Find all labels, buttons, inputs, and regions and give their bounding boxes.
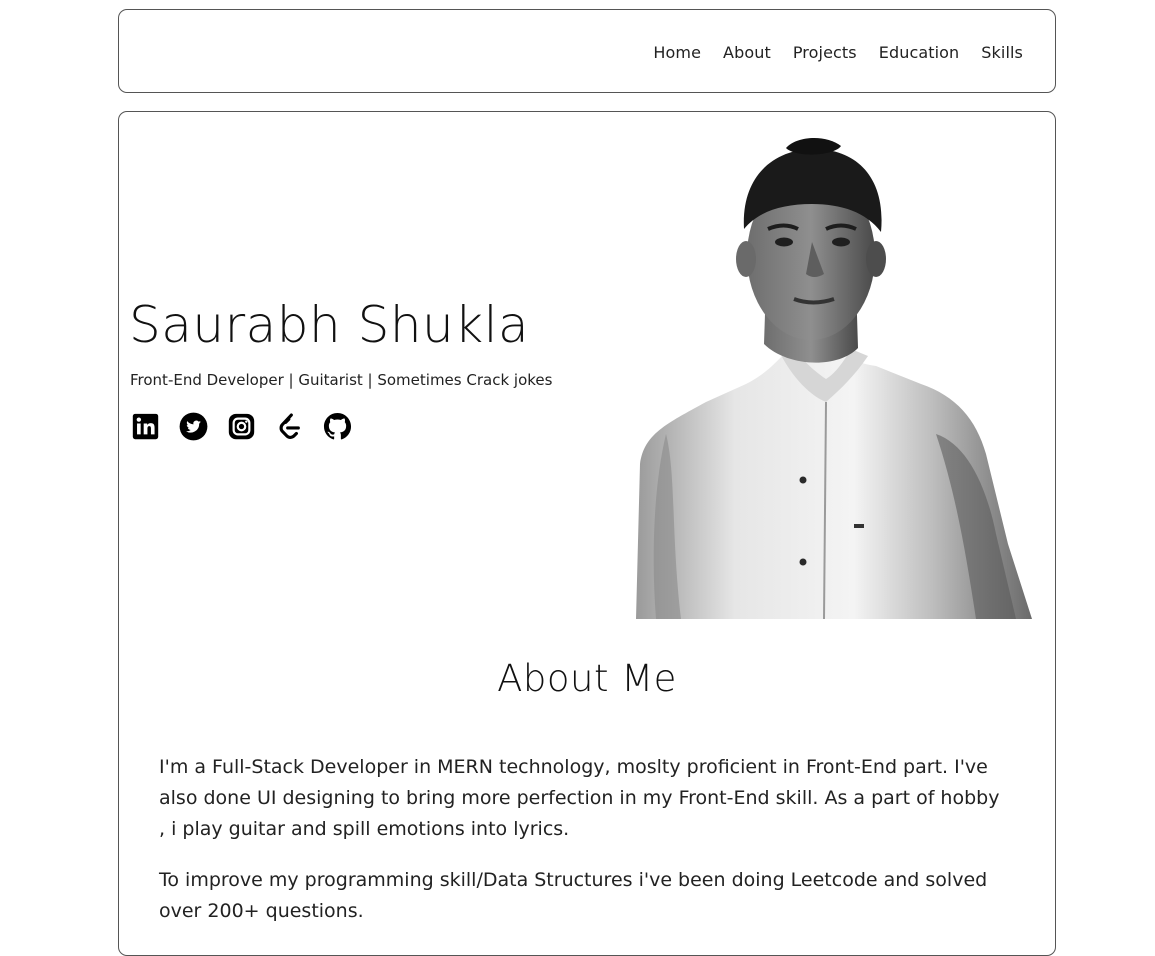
about-title: About Me xyxy=(497,657,677,700)
github-icon[interactable] xyxy=(323,412,352,441)
nav-link-home[interactable]: Home xyxy=(653,43,701,62)
nav-links: Home About Projects Education Skills xyxy=(653,43,1023,62)
about-paragraph: I'm a Full-Stack Developer in MERN techn… xyxy=(159,756,1000,840)
twitter-icon[interactable] xyxy=(179,412,208,441)
about-text: I'm a Full-Stack Developer in MERN techn… xyxy=(159,752,1009,947)
nav-link-skills[interactable]: Skills xyxy=(981,43,1023,62)
main-card: Saurabh Shukla Front-End Developer | Gui… xyxy=(118,111,1056,956)
nav-link-projects[interactable]: Projects xyxy=(793,43,857,62)
navbar: Home About Projects Education Skills xyxy=(118,9,1056,93)
social-links xyxy=(131,412,352,441)
hero-tagline: Front-End Developer | Guitarist | Someti… xyxy=(130,371,553,389)
instagram-icon[interactable] xyxy=(227,412,256,441)
nav-link-education[interactable]: Education xyxy=(879,43,960,62)
hero-name: Saurabh Shukla xyxy=(129,296,530,354)
linkedin-icon[interactable] xyxy=(131,412,160,441)
about-paragraph: To improve my programming skill/Data Str… xyxy=(159,869,988,922)
leetcode-icon[interactable] xyxy=(275,412,304,441)
profile-photo xyxy=(636,134,1032,619)
nav-link-about[interactable]: About xyxy=(723,43,771,62)
